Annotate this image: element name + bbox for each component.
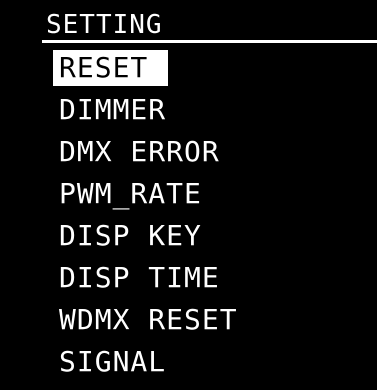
menu-item-dmx-error[interactable]: DMX ERROR — [53, 134, 227, 170]
title-underline — [42, 40, 377, 43]
menu-item-disp-key[interactable]: DISP KEY — [53, 218, 209, 254]
menu-item-pwm-rate[interactable]: PWM_RATE — [53, 176, 209, 212]
menu-item-disp-time[interactable]: DISP TIME — [53, 260, 227, 296]
menu-item-reset[interactable]: RESET — [53, 50, 169, 86]
menu-item-dimmer[interactable]: DIMMER — [53, 92, 173, 128]
menu-item-signal[interactable]: SIGNAL — [53, 344, 173, 380]
menu-item-wdmx-reset[interactable]: WDMX RESET — [53, 302, 245, 338]
menu-title: SETTING — [46, 10, 163, 40]
